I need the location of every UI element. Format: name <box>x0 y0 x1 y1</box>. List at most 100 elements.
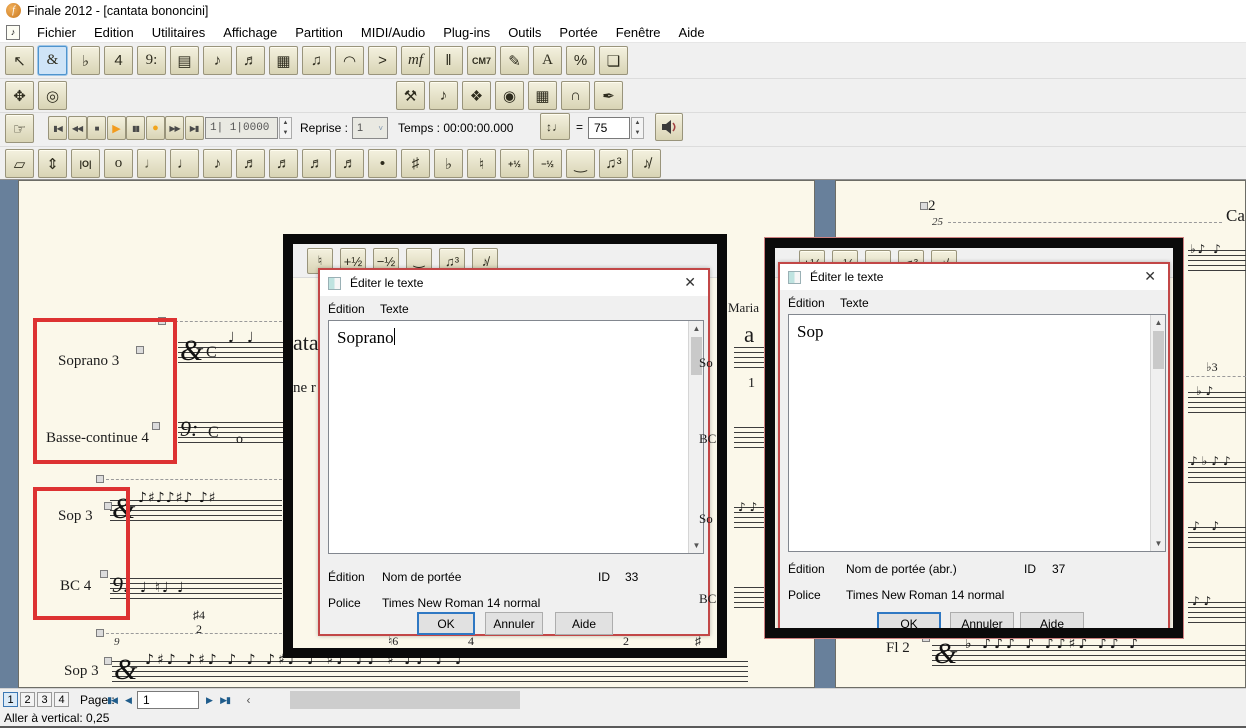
staff-tool[interactable]: & <box>38 46 67 75</box>
dialog-title-bar[interactable]: Éditer le texte <box>320 270 708 296</box>
menu-fentre[interactable]: Fenêtre <box>607 23 670 42</box>
note-mover-tool[interactable]: ♪ <box>429 81 458 110</box>
selection-tool[interactable]: ↖ <box>5 46 34 75</box>
dialog-menu-edition[interactable]: Édition <box>328 302 365 316</box>
go-to-end-button[interactable]: ▶▮ <box>185 116 204 140</box>
page-square-1[interactable]: 1 <box>3 692 18 707</box>
shape-designer-tool[interactable]: ❖ <box>462 81 491 110</box>
grace-note-tool[interactable]: ♪̸ <box>632 149 661 178</box>
quill-tool[interactable]: ✒ <box>594 81 623 110</box>
scroll-up-icon[interactable]: ▲ <box>1151 315 1166 330</box>
menu-midiaudio[interactable]: MIDI/Audio <box>352 23 434 42</box>
menu-aide[interactable]: Aide <box>670 23 714 42</box>
menu-edition[interactable]: Edition <box>85 23 143 42</box>
selection-handle[interactable] <box>96 475 104 483</box>
sixteenth-note-tool[interactable]: ♬ <box>236 149 265 178</box>
help-button[interactable]: Aide <box>1020 612 1084 635</box>
half-note-tool[interactable]: ♩ <box>137 149 166 178</box>
natural-tool[interactable]: ♮ <box>467 149 496 178</box>
textarea-scrollbar[interactable]: ▲ ▼ <box>1150 315 1165 551</box>
mirror-tool[interactable]: ∩ <box>561 81 590 110</box>
fast-forward-button[interactable]: ▶▶ <box>165 116 184 140</box>
eraser-tool[interactable]: ▱ <box>5 149 34 178</box>
expression-tool[interactable]: mf <box>401 46 430 75</box>
cancel-button[interactable]: Annuler <box>485 612 543 635</box>
text-tool[interactable]: A <box>533 46 562 75</box>
text-edit-area[interactable]: Sop ▲ ▼ <box>788 314 1166 552</box>
bc-abbr-handle[interactable] <box>100 570 108 578</box>
resize-tool[interactable]: % <box>566 46 595 75</box>
scrollbar-thumb[interactable] <box>1153 331 1164 369</box>
clef-tool[interactable]: 9: <box>137 46 166 75</box>
lyrics-tool[interactable]: ✎ <box>500 46 529 75</box>
rewind-button[interactable]: ◀◀ <box>68 116 87 140</box>
eighth-note-tool[interactable]: ♪ <box>203 149 232 178</box>
menu-utilitaires[interactable]: Utilitaires <box>143 23 214 42</box>
staff-name-fl2[interactable]: Fl 2 <box>886 640 910 657</box>
flat-tool[interactable]: ♭ <box>434 149 463 178</box>
sharp-tool[interactable]: ♯ <box>401 149 430 178</box>
last-page-button[interactable]: ▶▮ <box>217 692 233 708</box>
color-palette-tool[interactable]: ◉ <box>495 81 524 110</box>
dialog-menu-texte[interactable]: Texte <box>840 296 869 310</box>
raise-half-step-tool[interactable]: +½ <box>500 149 529 178</box>
staff-name-sop-bottom[interactable]: Sop 3 <box>64 663 99 680</box>
record-button[interactable]: ● <box>146 116 165 140</box>
text-edit-area[interactable]: Soprano ▲ ▼ <box>328 320 704 554</box>
horizontal-scrollbar-thumb[interactable] <box>290 691 520 709</box>
staff-sets-tool[interactable]: ▦ <box>528 81 557 110</box>
menu-partition[interactable]: Partition <box>286 23 352 42</box>
play-button[interactable]: ▶ <box>107 116 126 140</box>
stop-button[interactable]: ■ <box>87 116 106 140</box>
lower-half-step-tool[interactable]: −½ <box>533 149 562 178</box>
thirtysecond-note-tool[interactable]: ♬ <box>269 149 298 178</box>
page-layout-tool[interactable]: ❏ <box>599 46 628 75</box>
prev-page-button[interactable]: ◀ <box>120 692 136 708</box>
playback-position-field[interactable]: 1| 1|0000 <box>205 117 278 139</box>
scroll-up-icon[interactable]: ▲ <box>689 321 704 336</box>
pitch-up-down-tool[interactable]: ⇕ <box>38 149 67 178</box>
page-square-4[interactable]: 4 <box>54 692 69 707</box>
repeat-tool[interactable]: ‖ <box>434 46 463 75</box>
hundredtwentyeighth-note-tool[interactable]: ♬ <box>335 149 364 178</box>
next-page-button[interactable]: ▶ <box>201 692 217 708</box>
sop-bottom-handle[interactable] <box>104 657 112 665</box>
page-square-2[interactable]: 2 <box>20 692 35 707</box>
scroll-left-icon[interactable]: ‹ <box>240 692 256 708</box>
special-tools-tool[interactable]: ⚒ <box>396 81 425 110</box>
tempo-note-button[interactable]: ↕♩ <box>540 113 570 140</box>
menu-outils[interactable]: Outils <box>499 23 550 42</box>
close-icon[interactable]: ✕ <box>684 274 696 291</box>
smart-shape-tool[interactable]: ◠ <box>335 46 364 75</box>
dialog-menu-edition[interactable]: Édition <box>788 296 825 310</box>
speaker-button[interactable] <box>655 113 683 141</box>
whole-note-tool[interactable]: o <box>104 149 133 178</box>
document-icon[interactable]: ♪ <box>6 25 20 40</box>
sop-abbr-handle[interactable] <box>104 502 112 510</box>
articulation-tool[interactable]: > <box>368 46 397 75</box>
ok-button[interactable]: OK <box>877 612 941 635</box>
page-square-3[interactable]: 3 <box>37 692 52 707</box>
dialog-title-bar[interactable]: Éditer le texte <box>780 264 1168 290</box>
time-signature-tool[interactable]: 4 <box>104 46 133 75</box>
sixtyfourth-note-tool[interactable]: ♬ <box>302 149 331 178</box>
help-button[interactable]: Aide <box>555 612 613 635</box>
tuplet-entry-tool[interactable]: ♫³ <box>599 149 628 178</box>
key-signature-tool[interactable]: ♭ <box>71 46 100 75</box>
basse-name-handle[interactable] <box>152 422 160 430</box>
tempo-value-field[interactable]: 75 <box>588 117 630 139</box>
measure-tool[interactable]: ▤ <box>170 46 199 75</box>
hyperscribe-tool[interactable]: ▦ <box>269 46 298 75</box>
tie-tool[interactable]: ‿ <box>566 149 595 178</box>
menu-affichage[interactable]: Affichage <box>214 23 286 42</box>
menu-fichier[interactable]: Fichier <box>28 23 85 42</box>
page2-number-handle[interactable] <box>920 202 928 210</box>
zoom-tool[interactable]: ◎ <box>38 81 67 110</box>
soprano-name-handle[interactable] <box>136 346 144 354</box>
menu-porte[interactable]: Portée <box>550 23 606 42</box>
scroll-down-icon[interactable]: ▼ <box>689 538 704 553</box>
menu-plugins[interactable]: Plug-ins <box>434 23 499 42</box>
pause-button[interactable]: ▮▮ <box>126 116 145 140</box>
cancel-button[interactable]: Annuler <box>950 612 1014 635</box>
selection-handle[interactable] <box>96 629 104 637</box>
